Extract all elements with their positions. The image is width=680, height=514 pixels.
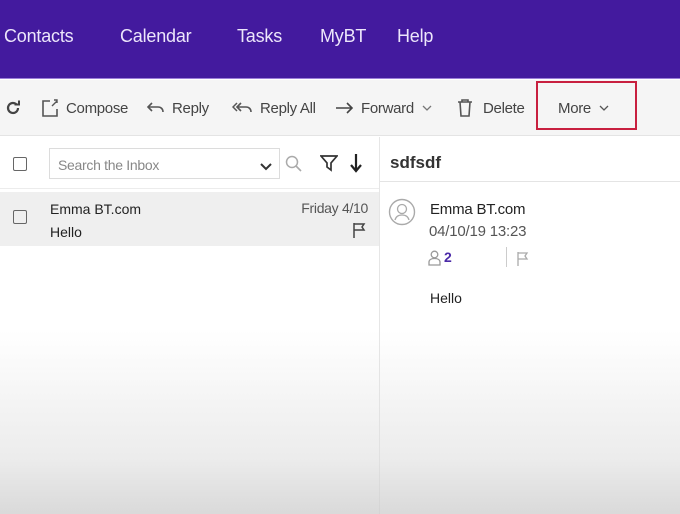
trash-icon <box>457 98 473 118</box>
reply-all-button[interactable]: Reply All <box>232 96 316 120</box>
reading-date: 04/10/19 13:23 <box>429 223 527 240</box>
reading-sender[interactable]: Emma BT.com <box>430 201 526 218</box>
message-list-item[interactable]: Emma BT.com Hello Friday 4/10 <box>0 192 379 246</box>
message-checkbox[interactable] <box>13 210 27 224</box>
nav-contacts[interactable]: Contacts <box>4 26 74 47</box>
search-scope-chevron-down-icon[interactable] <box>260 158 272 176</box>
reply-all-icon <box>232 100 254 116</box>
pane-divider[interactable] <box>379 137 380 514</box>
forward-button[interactable]: Forward <box>335 96 432 120</box>
filter-icon[interactable] <box>319 154 339 177</box>
reply-label: Reply <box>172 99 209 117</box>
select-all-checkbox[interactable] <box>13 157 27 171</box>
compose-label: Compose <box>66 99 129 117</box>
more-button-highlight <box>536 81 637 130</box>
recipient-count[interactable]: 2 <box>444 249 452 265</box>
message-date: Friday 4/10 <box>301 200 368 216</box>
refresh-icon <box>4 99 22 117</box>
reply-button[interactable]: Reply <box>146 96 209 120</box>
bottom-fade-overlay <box>0 330 680 514</box>
nav-mybt[interactable]: MyBT <box>320 26 366 47</box>
flag-icon[interactable] <box>352 222 366 243</box>
search-icon[interactable] <box>285 155 303 178</box>
message-list-header: Search the Inbox <box>0 137 379 189</box>
reply-icon <box>146 100 166 116</box>
nav-tasks[interactable]: Tasks <box>237 26 282 47</box>
message-sender: Emma BT.com <box>50 201 142 217</box>
compose-icon <box>40 98 60 118</box>
refresh-button[interactable] <box>4 96 22 120</box>
reply-all-label: Reply All <box>260 99 316 117</box>
avatar-icon <box>388 198 416 231</box>
reading-subject: sdfsdf <box>390 153 441 172</box>
search-placeholder: Search the Inbox <box>58 157 160 173</box>
forward-chevron-down-icon[interactable] <box>422 104 432 112</box>
recipients-person-icon[interactable] <box>428 250 441 271</box>
delete-label: Delete <box>483 99 525 117</box>
meta-divider <box>506 247 507 267</box>
delete-button[interactable]: Delete <box>457 96 525 120</box>
search-input[interactable]: Search the Inbox <box>49 148 280 179</box>
message-body: Hello <box>430 290 462 306</box>
sort-arrow-down-icon[interactable] <box>350 153 362 178</box>
forward-arrow-icon <box>335 101 355 115</box>
forward-label: Forward <box>361 99 414 117</box>
nav-calendar[interactable]: Calendar <box>120 26 192 47</box>
message-subject: Hello <box>50 224 82 240</box>
nav-help[interactable]: Help <box>397 26 433 47</box>
top-navigation: Contacts Calendar Tasks MyBT Help <box>0 0 680 79</box>
reading-flag-icon[interactable] <box>516 251 529 271</box>
reading-pane-header: sdfsdf <box>380 137 680 182</box>
compose-button[interactable]: Compose <box>40 96 128 120</box>
